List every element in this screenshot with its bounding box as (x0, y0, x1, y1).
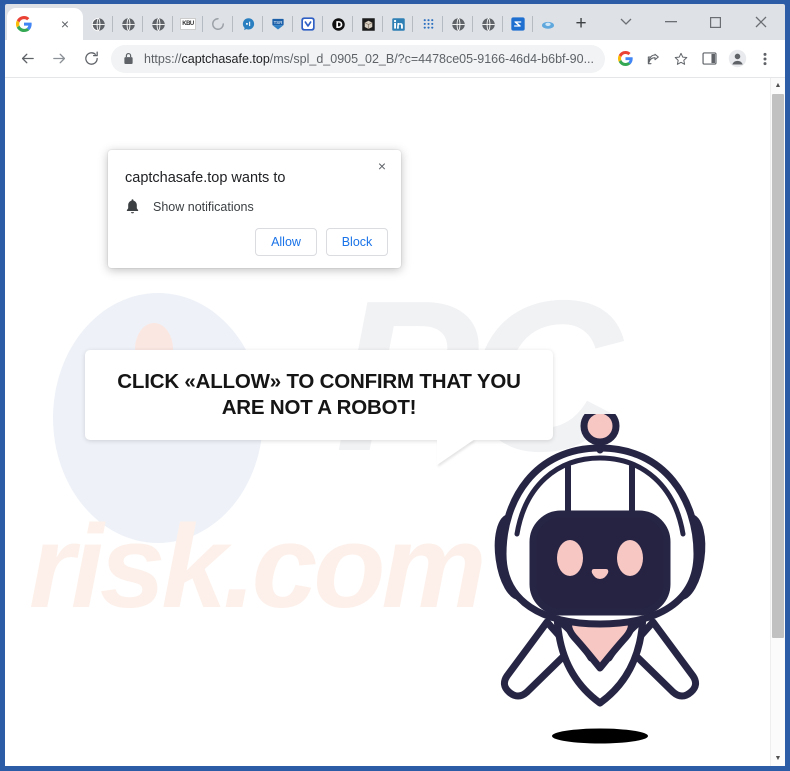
tab-tsr[interactable]: TSR (263, 8, 293, 40)
reload-icon (84, 51, 98, 65)
tab-chat[interactable] (233, 8, 263, 40)
scrollbar-thumb[interactable] (772, 94, 784, 638)
bubble-line-1: CLICK «ALLOW» TO CONFIRM THAT YOU (117, 369, 521, 393)
side-panel-icon[interactable] (695, 45, 723, 73)
tab-box[interactable] (353, 8, 383, 40)
tab-grid-dots[interactable] (413, 8, 443, 40)
google-search-icon[interactable] (611, 45, 639, 73)
bubble-line-2: ARE NOT A ROBOT! (221, 396, 417, 419)
speech-bubble: CLICK «ALLOW» TO CONFIRM THAT YOU ARE NO… (85, 350, 553, 440)
tab-globe-5[interactable] (473, 8, 503, 40)
block-button[interactable]: Block (326, 228, 388, 256)
browser-toolbar: https://captchasafe.top/ms/spl_d_0905_02… (5, 40, 785, 78)
forward-button[interactable] (43, 43, 75, 75)
profile-avatar-icon[interactable] (723, 45, 751, 73)
tab-strip: × KBU TSR + (5, 4, 785, 40)
three-dot-menu-icon[interactable] (751, 45, 779, 73)
globe-icon (91, 17, 105, 31)
permission-row: Show notifications (125, 198, 254, 215)
browser-window: × KBU TSR + https://captchasafe.top/ms/s… (0, 0, 790, 771)
close-icon (755, 16, 766, 28)
notification-permission-dialog: × captchasafe.top wants to Show notifica… (108, 150, 401, 268)
back-button[interactable] (11, 43, 43, 75)
tab-loading[interactable] (203, 8, 233, 40)
tab-close-icon[interactable]: × (57, 16, 73, 32)
linkedin-icon (391, 17, 405, 31)
browser-viewport: PC risk.com CLICK «ALLOW» TO CONFIRM THA… (5, 78, 785, 766)
svg-text:TSR: TSR (274, 19, 283, 24)
tab-dark-d[interactable] (323, 8, 353, 40)
dialog-close-icon[interactable]: × (373, 157, 391, 175)
minimize-button[interactable] (648, 5, 693, 39)
tab-vivaldi[interactable] (293, 8, 323, 40)
tab-globe-4[interactable] (443, 8, 473, 40)
close-window-button[interactable] (738, 5, 783, 39)
vertical-scrollbar[interactable]: ▲ ▼ (770, 78, 785, 766)
dialog-buttons: Allow Block (255, 228, 388, 256)
robot-shadow (552, 728, 648, 744)
blue-chat-icon (242, 17, 254, 30)
dialog-title: captchasafe.top wants to (125, 170, 286, 186)
tab-active[interactable]: × (7, 8, 83, 40)
loading-spinner-icon (212, 18, 224, 30)
web-page-content: PC risk.com CLICK «ALLOW» TO CONFIRM THA… (5, 78, 770, 766)
tab-globe-1[interactable] (83, 8, 113, 40)
tab-linkedin[interactable] (383, 8, 413, 40)
scroll-down-arrow[interactable]: ▼ (771, 751, 785, 766)
background-tabs-container: KBU TSR + (83, 8, 603, 40)
globe-icon (151, 17, 165, 31)
lock-icon (123, 52, 135, 65)
bell-icon (125, 198, 141, 215)
evernote-icon (511, 17, 525, 31)
tab-evernote[interactable] (503, 8, 533, 40)
url-text: https://captchasafe.top/ms/spl_d_0905_02… (144, 51, 593, 66)
tab-cloud[interactable] (533, 8, 563, 40)
back-arrow-icon (21, 53, 34, 64)
reload-button[interactable] (75, 43, 107, 75)
watermark-text: risk.com (29, 501, 486, 633)
vivaldi-v-icon (301, 17, 315, 31)
allow-button[interactable]: Allow (255, 228, 317, 256)
bookmark-star-icon[interactable] (667, 45, 695, 73)
share-icon[interactable] (639, 45, 667, 73)
chevron-down-icon (620, 18, 631, 25)
tab-kbu[interactable]: KBU (173, 8, 203, 40)
globe-icon (481, 17, 495, 31)
robot-mascot-illustration (485, 406, 715, 749)
maximize-icon (710, 16, 721, 28)
speech-bubble-tail (437, 439, 475, 465)
tab-search-button[interactable] (603, 5, 648, 39)
globe-icon (121, 17, 135, 31)
new-tab-button[interactable]: + (567, 10, 595, 38)
scroll-up-arrow[interactable]: ▲ (771, 78, 785, 93)
forward-arrow-icon (52, 53, 65, 64)
globe-icon (451, 17, 465, 31)
address-bar[interactable]: https://captchasafe.top/ms/spl_d_0905_02… (111, 44, 605, 73)
speech-bubble-text: CLICK «ALLOW» TO CONFIRM THAT YOU ARE NO… (95, 369, 542, 421)
tab-globe-2[interactable] (113, 8, 143, 40)
dark-d-icon (331, 17, 345, 31)
grid-dots-icon (423, 18, 433, 29)
tab-globe-3[interactable] (143, 8, 173, 40)
box-icon (361, 17, 375, 31)
permission-label: Show notifications (153, 199, 254, 214)
maximize-button[interactable] (693, 5, 738, 39)
kbu-text-icon: KBU (180, 18, 196, 30)
google-icon (16, 16, 32, 32)
cloud-icon (542, 21, 554, 29)
minimize-icon (664, 21, 677, 23)
window-controls (603, 4, 785, 40)
tsr-icon: TSR (272, 18, 284, 29)
